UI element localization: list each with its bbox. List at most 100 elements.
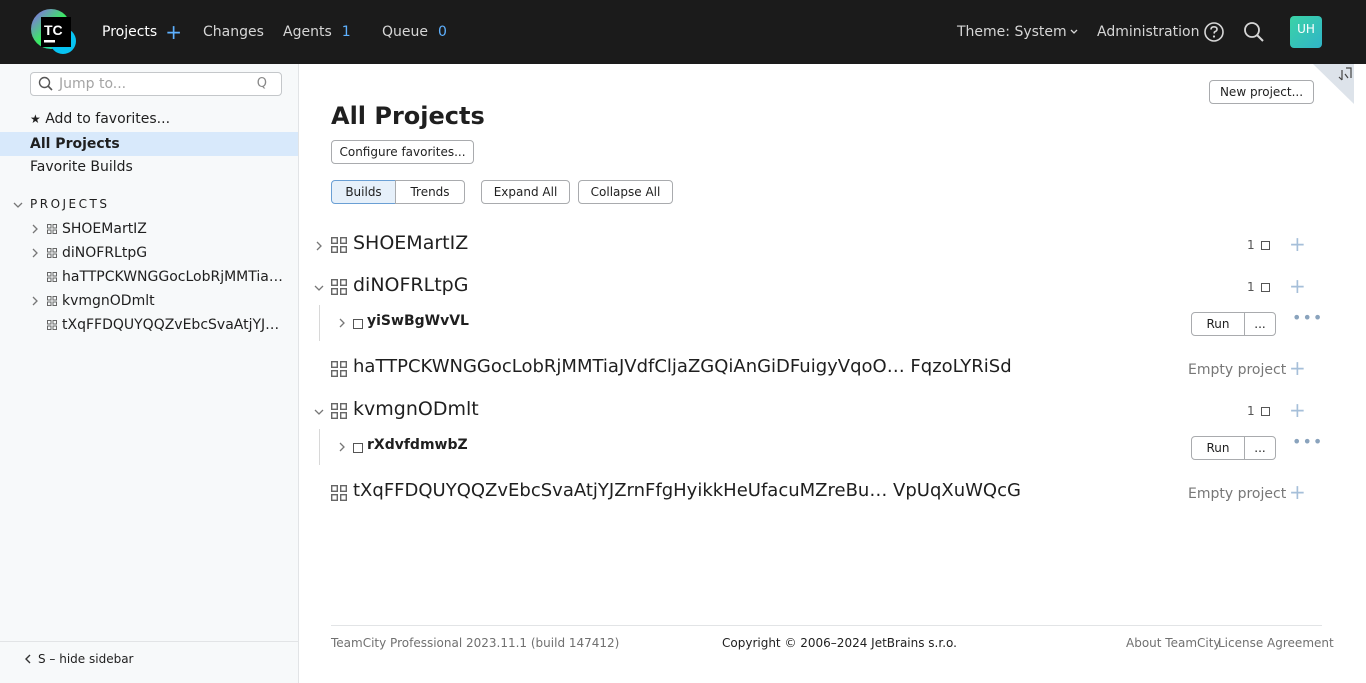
tab-trends[interactable]: Trends bbox=[395, 180, 465, 204]
chevron-right-icon[interactable] bbox=[30, 224, 40, 234]
project-icon bbox=[47, 272, 57, 282]
sidebar-project-label: diNOFRLtpG bbox=[62, 245, 148, 261]
hide-sidebar-button[interactable]: S – hide sidebar bbox=[0, 641, 298, 683]
jump-to-search-input[interactable]: Jump to... Q bbox=[30, 72, 282, 96]
sidebar-project-label: kvmgnODmlt bbox=[62, 293, 155, 309]
project-icon bbox=[331, 403, 347, 419]
chevron-right-icon[interactable] bbox=[337, 442, 347, 452]
sidebar-project-item[interactable]: kvmgnODmlt bbox=[30, 289, 286, 313]
project-name-link[interactable]: kvmgnODmlt bbox=[353, 398, 479, 420]
project-row: diNOFRLtpG 1 + bbox=[299, 270, 1366, 306]
search-icon[interactable] bbox=[1243, 0, 1265, 64]
search-icon bbox=[38, 76, 53, 91]
add-to-favorites-link[interactable]: ★ Add to favorites... bbox=[0, 107, 298, 131]
agents-count: 1 bbox=[341, 24, 351, 40]
run-options-button[interactable]: ... bbox=[1244, 312, 1276, 336]
collapse-all-button[interactable]: Collapse All bbox=[578, 180, 673, 204]
build-config-row: rXdvfdmwbZ Run ... ••• bbox=[319, 429, 1359, 465]
configure-favorites-button[interactable]: Configure favorites... bbox=[331, 140, 474, 164]
nav-administration[interactable]: Administration bbox=[1097, 0, 1199, 64]
top-navigation-bar: TC Projects + Changes Agents 1 Queue 0 T… bbox=[0, 0, 1366, 64]
sidebar-project-label: haTTPCKWNGGocLobRjMMTiaJVdfCljaZGQiAnGiD… bbox=[62, 269, 286, 285]
project-icon bbox=[331, 485, 347, 501]
project-icon bbox=[47, 248, 57, 258]
chevron-down-icon[interactable] bbox=[314, 407, 324, 417]
run-options-button[interactable]: ... bbox=[1244, 436, 1276, 460]
nav-agents-label: Agents bbox=[283, 24, 332, 40]
sidebar-item-favorite-builds[interactable]: Favorite Builds bbox=[0, 155, 298, 179]
expand-all-button[interactable]: Expand All bbox=[481, 180, 570, 204]
project-name-link[interactable]: tXqFFDQUYQQZvEbcSvaAtjYJZrnFfgHyikkHeUfa… bbox=[353, 480, 1021, 501]
project-icon bbox=[331, 361, 347, 377]
add-plus-icon[interactable]: + bbox=[1289, 398, 1306, 422]
run-button[interactable]: Run bbox=[1191, 312, 1245, 336]
project-icon bbox=[331, 279, 347, 295]
chevron-right-icon[interactable] bbox=[337, 318, 347, 328]
about-teamcity-link[interactable]: About TeamCity bbox=[1126, 636, 1221, 650]
create-project-plus-icon[interactable]: + bbox=[165, 22, 182, 42]
all-projects-label: All Projects bbox=[30, 136, 120, 152]
project-row: kvmgnODmlt 1 + bbox=[299, 394, 1366, 430]
project-row: tXqFFDQUYQQZvEbcSvaAtjYJZrnFfgHyikkHeUfa… bbox=[299, 476, 1366, 512]
nav-projects-label: Projects bbox=[102, 24, 158, 40]
add-plus-icon[interactable]: + bbox=[1289, 232, 1306, 256]
build-count-value: 1 bbox=[1247, 404, 1255, 418]
logo-text: TC bbox=[44, 22, 63, 38]
more-actions-icon[interactable]: ••• bbox=[1292, 432, 1323, 451]
user-avatar[interactable]: UH bbox=[1290, 16, 1322, 48]
sidebar-project-item[interactable]: SHOEMartIZ bbox=[30, 217, 286, 241]
empty-project-label: Empty project bbox=[1188, 362, 1287, 378]
build-count: 1 bbox=[1247, 280, 1270, 294]
license-agreement-link[interactable]: License Agreement bbox=[1218, 636, 1334, 650]
build-count-value: 1 bbox=[1247, 238, 1255, 252]
corner-fold-icon[interactable] bbox=[1313, 64, 1354, 104]
theme-label: Theme: System bbox=[957, 24, 1067, 40]
nav-changes[interactable]: Changes bbox=[203, 0, 264, 64]
project-icon bbox=[331, 237, 347, 253]
build-config-name-link[interactable]: rXdvfdmwbZ bbox=[367, 437, 468, 453]
sidebar-project-item[interactable]: tXqFFDQUYQQZvEbcSvaAtjYJZrnFfgHyikkHeUfa… bbox=[30, 313, 286, 337]
nav-queue[interactable]: Queue 0 bbox=[382, 0, 447, 64]
sidebar-project-item[interactable]: haTTPCKWNGGocLobRjMMTiaJVdfCljaZGQiAnGiD… bbox=[30, 265, 286, 289]
add-plus-icon[interactable]: + bbox=[1289, 356, 1306, 380]
sidebar-project-label: SHOEMartIZ bbox=[62, 221, 147, 237]
add-plus-icon[interactable]: + bbox=[1289, 274, 1306, 298]
nav-changes-label: Changes bbox=[203, 24, 264, 40]
theme-selector[interactable]: Theme: System bbox=[957, 0, 1079, 64]
build-config-icon bbox=[1260, 407, 1270, 416]
help-icon[interactable] bbox=[1203, 0, 1225, 64]
new-project-button[interactable]: New project... bbox=[1209, 80, 1314, 104]
nav-agents[interactable]: Agents 1 bbox=[283, 0, 351, 64]
project-name-link[interactable]: diNOFRLtpG bbox=[353, 274, 468, 296]
project-icon bbox=[47, 224, 57, 234]
project-icon bbox=[47, 320, 57, 330]
tab-builds[interactable]: Builds bbox=[331, 180, 396, 204]
chevron-right-icon[interactable] bbox=[314, 241, 324, 251]
copyright: Copyright © 2006–2024 JetBrains s.r.o. bbox=[722, 636, 957, 650]
teamcity-logo[interactable]: TC bbox=[31, 7, 79, 55]
administration-label: Administration bbox=[1097, 24, 1200, 40]
chevron-right-icon[interactable] bbox=[30, 248, 40, 258]
version-info: TeamCity Professional 2023.11.1 (build 1… bbox=[331, 636, 620, 650]
chevron-down-icon[interactable] bbox=[314, 283, 324, 293]
search-placeholder: Jump to... bbox=[59, 76, 127, 92]
build-config-name-link[interactable]: yiSwBgWvVL bbox=[367, 313, 469, 329]
sidebar-item-all-projects[interactable]: All Projects bbox=[0, 132, 298, 156]
add-plus-icon[interactable]: + bbox=[1289, 480, 1306, 504]
run-button[interactable]: Run bbox=[1191, 436, 1245, 460]
chevron-down-icon[interactable] bbox=[13, 200, 23, 210]
chevron-right-icon[interactable] bbox=[30, 296, 40, 306]
more-actions-icon[interactable]: ••• bbox=[1292, 308, 1323, 327]
sidebar-project-item[interactable]: diNOFRLtpG bbox=[30, 241, 286, 265]
main-content: New project... All Projects Configure fa… bbox=[299, 64, 1366, 683]
project-name-link[interactable]: haTTPCKWNGGocLobRjMMTiaJVdfCljaZGQiAnGiD… bbox=[353, 356, 1012, 377]
project-row: SHOEMartIZ 1 + bbox=[299, 228, 1366, 264]
star-icon: ★ bbox=[30, 112, 41, 126]
build-count-value: 1 bbox=[1247, 280, 1255, 294]
project-name-link[interactable]: SHOEMartIZ bbox=[353, 232, 468, 254]
nav-projects[interactable]: Projects + bbox=[102, 0, 182, 64]
chevron-left-icon bbox=[25, 654, 31, 664]
project-icon bbox=[47, 296, 57, 306]
avatar-initials: UH bbox=[1297, 22, 1315, 36]
build-config-row: yiSwBgWvVL Run ... ••• bbox=[319, 305, 1359, 341]
